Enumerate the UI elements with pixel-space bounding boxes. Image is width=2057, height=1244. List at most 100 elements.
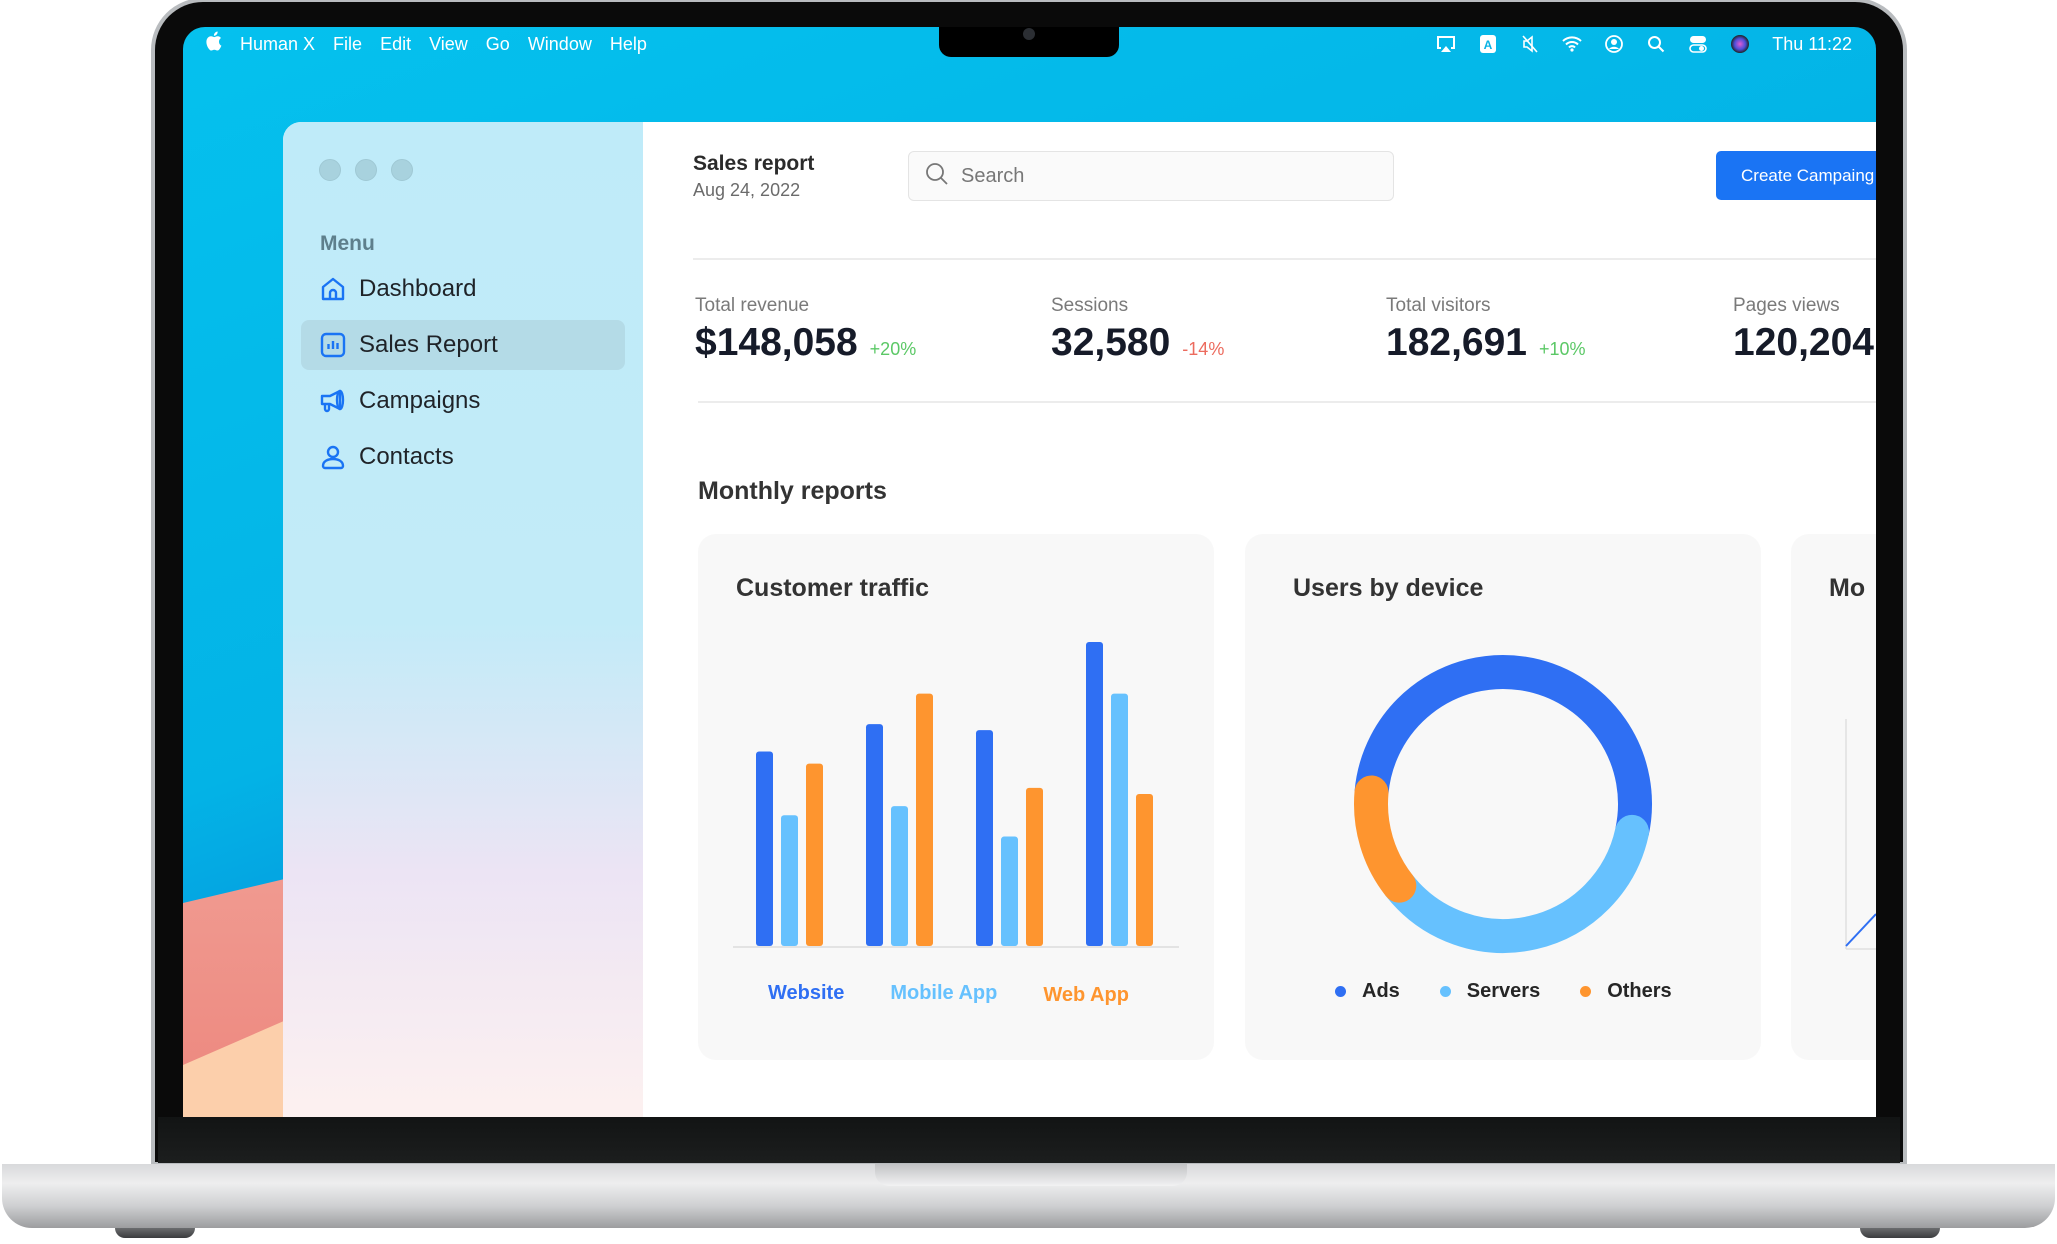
screen: Human X File Edit View Go Window Help A … — [183, 27, 1876, 1117]
stat-value: $148,058 — [695, 321, 858, 364]
legend-item: Ads — [1335, 980, 1400, 1003]
airplay-icon[interactable] — [1436, 34, 1456, 54]
line-chart — [1845, 719, 1876, 950]
donut-legend: Ads Servers Others — [1335, 980, 1712, 1003]
bar-web-app — [806, 763, 823, 946]
donut-slice-others — [1354, 775, 1417, 903]
chart-icon — [319, 331, 347, 359]
legend-label: Others — [1607, 980, 1672, 1002]
lid-notch — [875, 1164, 1187, 1186]
clock[interactable]: Thu 11:22 — [1772, 34, 1852, 55]
window-controls — [319, 159, 413, 181]
user-icon[interactable] — [1604, 34, 1624, 54]
laptop-foot — [115, 1228, 195, 1238]
minimize-window-button[interactable] — [355, 159, 377, 181]
bar-website — [756, 751, 773, 946]
sidebar-heading: Menu — [320, 232, 375, 255]
stat-sessions: Sessions 32,580 -14% — [1051, 295, 1224, 365]
search-icon — [925, 162, 949, 191]
input-source-icon[interactable]: A — [1478, 34, 1498, 54]
legend-dot — [1335, 986, 1346, 997]
sidebar-nav: Dashboard Sales Report Campaigns Contact… — [301, 264, 625, 488]
bar-web-app — [916, 693, 933, 946]
search-input[interactable] — [959, 163, 1363, 189]
camera-icon — [1023, 28, 1035, 40]
section-title: Monthly reports — [698, 477, 887, 505]
legend-item: Others — [1580, 980, 1672, 1003]
bar-mobile-app — [1001, 836, 1018, 946]
svg-text:A: A — [1484, 38, 1493, 52]
stat-total-visitors: Total visitors 182,691 +10% — [1386, 295, 1586, 365]
divider — [698, 401, 1876, 403]
legend-website: Website — [768, 982, 845, 1004]
legend-dot — [1580, 986, 1592, 997]
donut-slice-servers — [1382, 814, 1650, 953]
megaphone-icon — [319, 387, 347, 415]
create-campaign-button[interactable]: Create Campaing — [1716, 151, 1876, 200]
stat-change: -14% — [1182, 339, 1225, 359]
sidebar: Menu Dashboard Sales Report Campaigns Co… — [283, 122, 643, 1117]
apple-logo-icon[interactable] — [205, 31, 222, 57]
sidebar-item-label: Dashboard — [359, 275, 477, 302]
menu-go[interactable]: Go — [486, 34, 510, 55]
bar-web-app — [1026, 787, 1043, 946]
wifi-icon[interactable] — [1562, 34, 1582, 54]
bar-mobile-app — [781, 815, 798, 946]
legend-dot — [1439, 986, 1451, 997]
sidebar-item-label: Campaigns — [359, 387, 481, 414]
legend-label: Ads — [1362, 980, 1400, 1002]
home-icon — [319, 275, 347, 303]
customer-traffic-card: Customer traffic Website Mobile App Web … — [698, 534, 1214, 1060]
bar-website — [866, 724, 883, 946]
page-title: Sales report — [693, 152, 815, 175]
stat-value: 120,204 — [1733, 321, 1874, 364]
app-window: Menu Dashboard Sales Report Campaigns Co… — [283, 122, 1876, 1117]
stat-page-views: Pages views 120,204 — [1733, 295, 1874, 365]
third-report-card: Mo — [1791, 534, 1876, 1060]
stat-label: Sessions — [1051, 295, 1129, 316]
bar-website — [1086, 642, 1103, 946]
bar-mobile-app — [1111, 693, 1128, 946]
laptop-bezel-bottom — [158, 1117, 1900, 1163]
legend-web-app: Web App — [1043, 984, 1129, 1006]
stat-label: Pages views — [1733, 295, 1840, 316]
stat-label: Total revenue — [695, 295, 810, 316]
person-icon — [319, 443, 347, 471]
stat-value: 32,580 — [1051, 321, 1171, 364]
stat-change: +10% — [1538, 339, 1586, 359]
stat-total-revenue: Total revenue $148,058 +20% — [695, 295, 916, 365]
spotlight-search-icon[interactable] — [1646, 34, 1666, 54]
stat-label: Total visitors — [1386, 295, 1491, 316]
donut-slice-ads — [1354, 655, 1652, 836]
sidebar-item-label: Sales Report — [359, 331, 498, 358]
sidebar-item-sales-report[interactable]: Sales Report — [301, 320, 625, 370]
menu-file[interactable]: File — [333, 34, 362, 55]
report-date: Aug 24, 2022 — [693, 180, 801, 200]
search-box[interactable] — [908, 151, 1394, 201]
line-series — [1845, 913, 1876, 947]
sidebar-item-dashboard[interactable]: Dashboard — [301, 264, 625, 314]
menu-view[interactable]: View — [429, 34, 468, 55]
menu-window[interactable]: Window — [528, 34, 592, 55]
laptop-foot — [1860, 1228, 1940, 1238]
legend-item: Servers — [1439, 980, 1541, 1003]
legend-label: Servers — [1466, 980, 1541, 1002]
sidebar-item-contacts[interactable]: Contacts — [301, 432, 625, 482]
legend-mobile-app: Mobile App — [890, 982, 998, 1004]
main-content: Sales report Aug 24, 2022 Create Campain… — [643, 122, 1876, 1117]
divider — [693, 258, 1876, 260]
siri-icon[interactable] — [1730, 34, 1750, 54]
close-window-button[interactable] — [319, 159, 341, 181]
bar-website — [976, 730, 993, 946]
control-center-icon[interactable] — [1688, 34, 1708, 54]
bar-mobile-app — [891, 806, 908, 946]
menu-help[interactable]: Help — [610, 34, 647, 55]
users-by-device-card: Users by device Ads Servers Others — [1245, 534, 1761, 1060]
bar-web-app — [1136, 794, 1153, 946]
zoom-window-button[interactable] — [391, 159, 413, 181]
sidebar-item-campaigns[interactable]: Campaigns — [301, 376, 625, 426]
menu-edit[interactable]: Edit — [380, 34, 411, 55]
mute-icon[interactable] — [1520, 34, 1540, 54]
menu-app-name[interactable]: Human X — [240, 34, 315, 55]
stat-value: 182,691 — [1386, 321, 1527, 364]
